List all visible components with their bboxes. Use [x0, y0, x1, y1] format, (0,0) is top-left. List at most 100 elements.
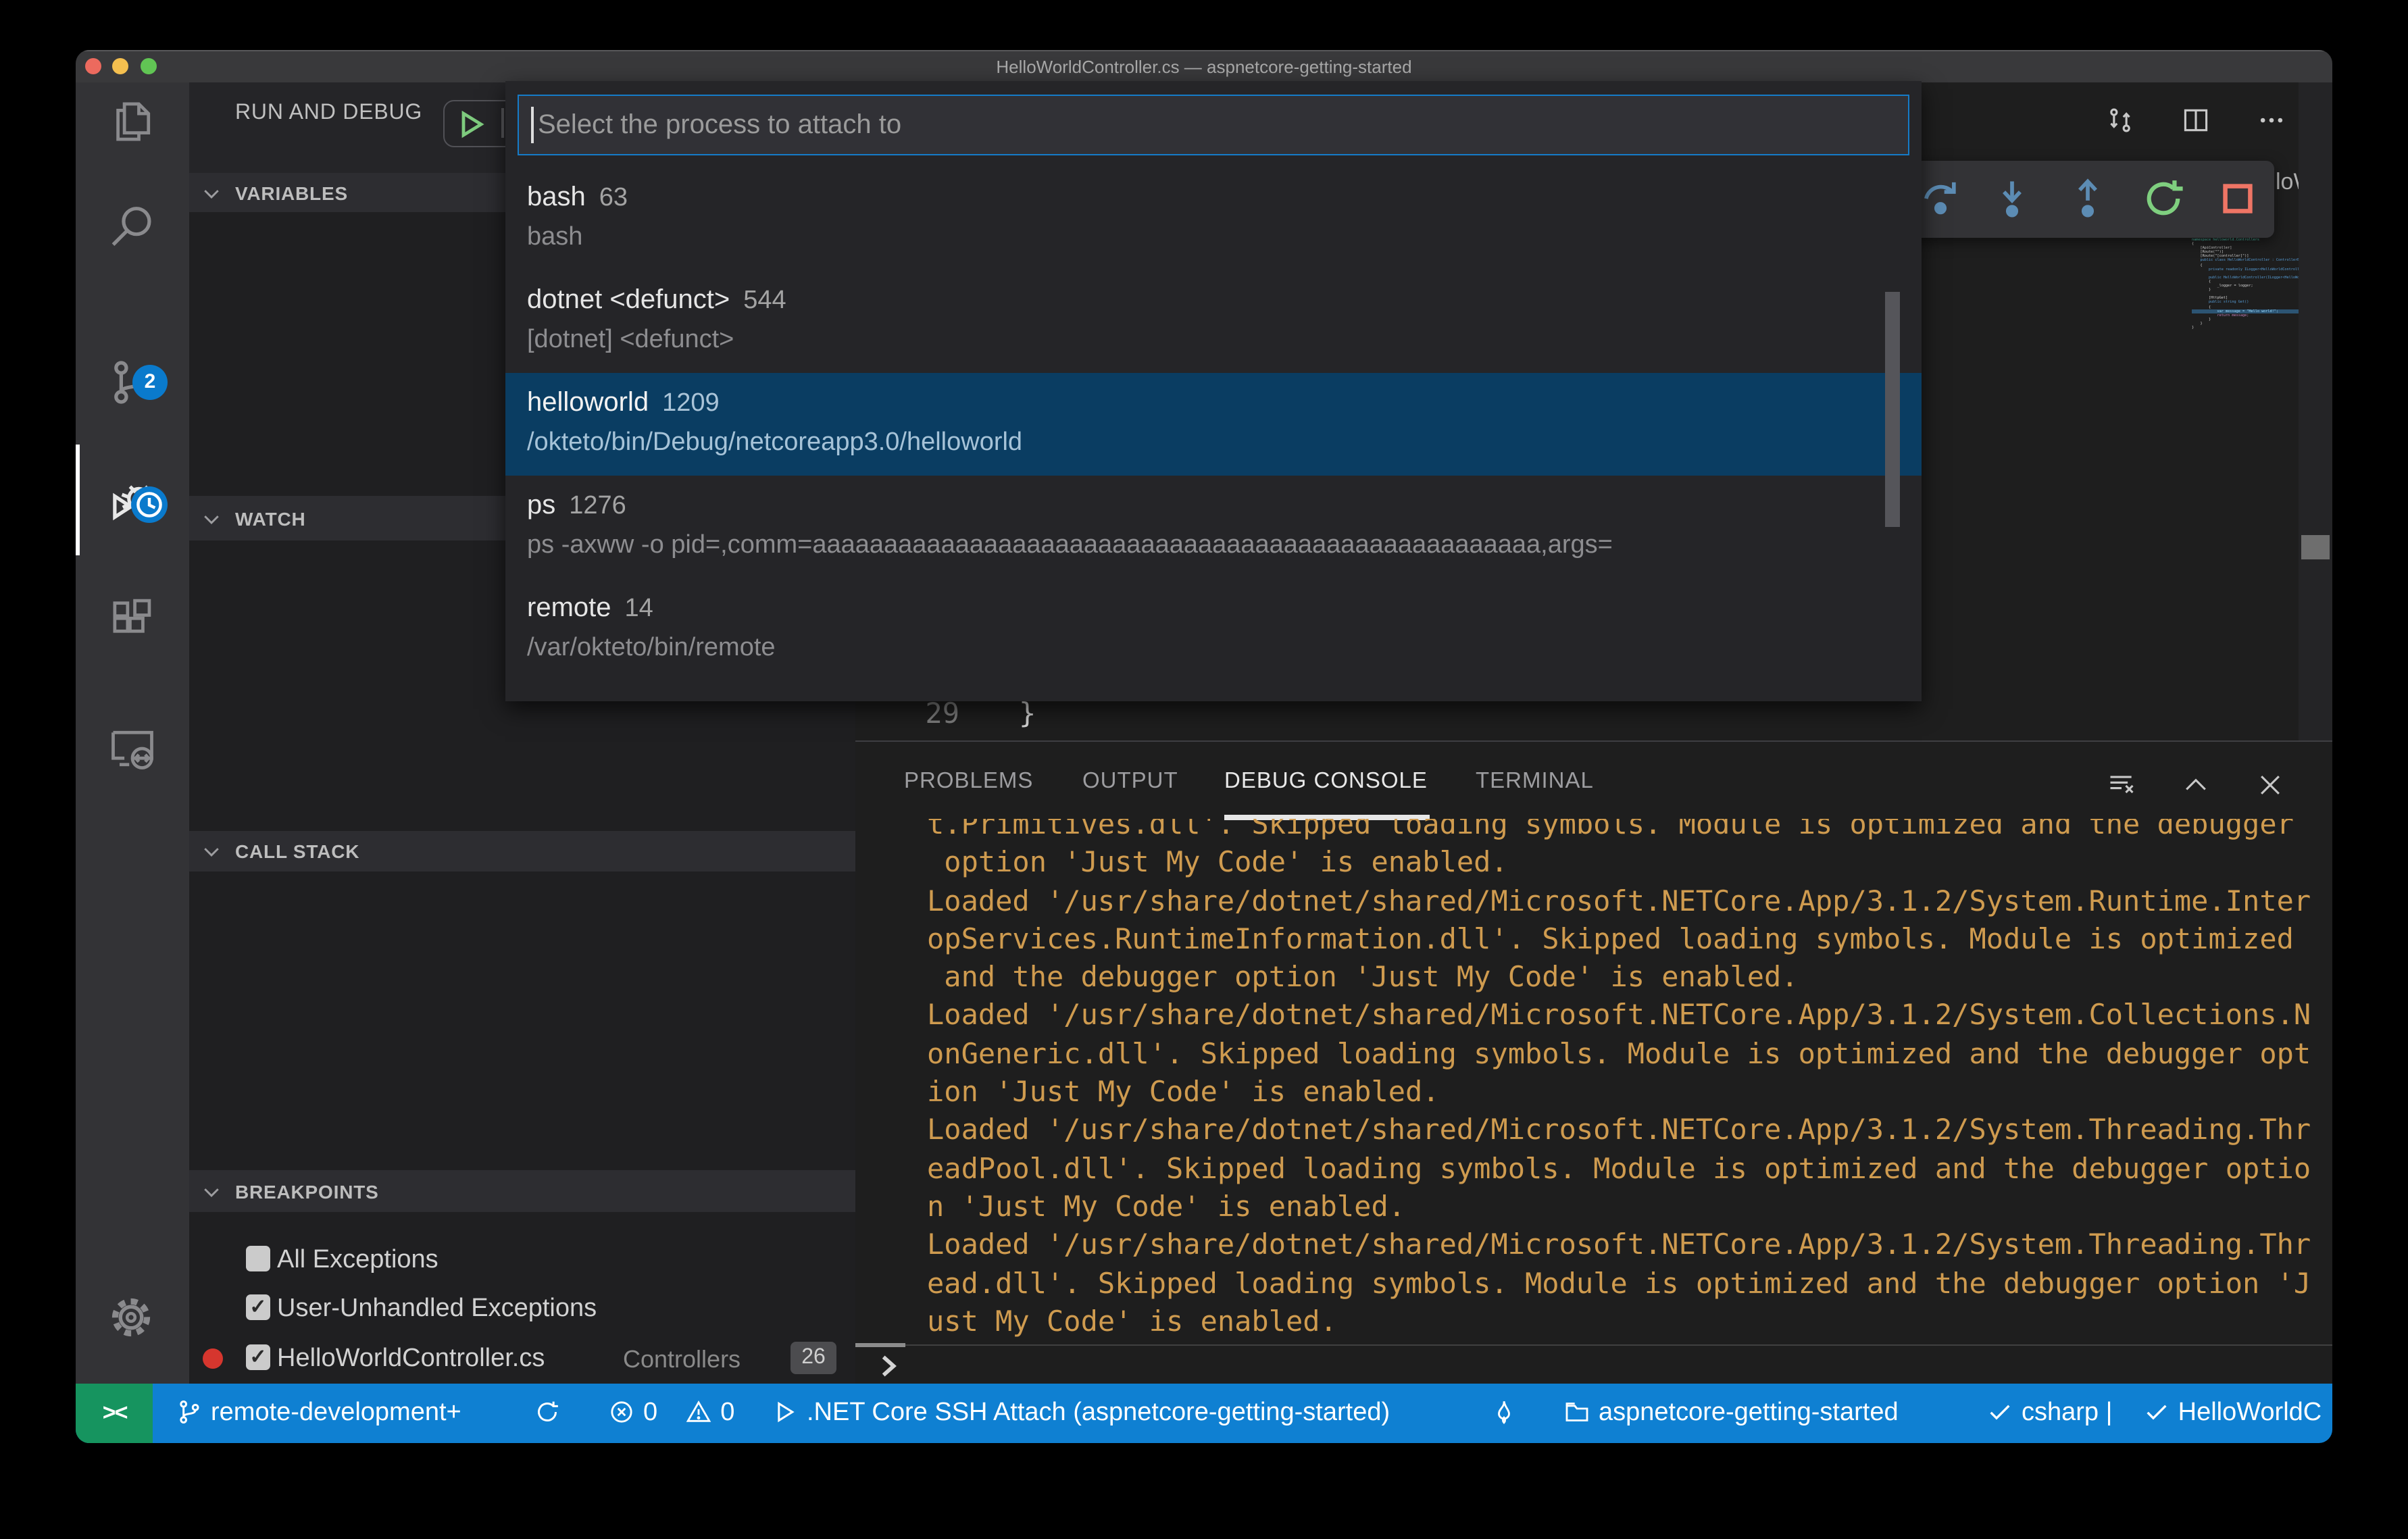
active-view-indicator [76, 445, 79, 555]
process-pid: 1209 [662, 389, 720, 418]
breakpoint-row-user-unhandled[interactable]: ✓ User-Unhandled Exceptions [189, 1284, 855, 1332]
checkbox-checked[interactable]: ✓ [246, 1344, 270, 1370]
remote-indicator[interactable]: >< [76, 1384, 153, 1443]
restart-icon[interactable] [2140, 176, 2186, 222]
okteto-status-item[interactable] [1490, 1384, 1526, 1443]
console-input-divider [855, 1344, 2332, 1346]
chevron-down-icon [204, 515, 219, 524]
stop-icon[interactable] [2215, 176, 2261, 222]
debug-status-label: .NET Core SSH Attach (aspnetcore-getting… [807, 1398, 1390, 1427]
open-changes-icon[interactable] [2105, 105, 2135, 135]
editor-scrollbar-track[interactable] [2299, 82, 2332, 740]
error-icon [611, 1401, 632, 1423]
language-label: csharp | [2022, 1398, 2113, 1427]
checkbox-unchecked[interactable] [246, 1246, 270, 1271]
process-item-bash[interactable]: bash 63 bash [505, 168, 1922, 270]
warning-icon [686, 1400, 711, 1422]
screenshot-root: HelloWorldController.cs — aspnetcore-get… [0, 0, 2408, 1539]
breakpoint-row-helloworldcontroller[interactable]: ✓ HelloWorldController.cs Controllers 26 [189, 1334, 855, 1382]
remote-explorer-icon[interactable] [107, 723, 158, 774]
process-command: ps -axww -o pid=,comm=aaaaaaaaaaaaaaaaaa… [527, 531, 1613, 559]
process-list: bash 63 bash dotnet <defunct> 544 [dotnet]… [505, 168, 1922, 681]
line-code: } [1019, 697, 1036, 730]
folder-icon [1565, 1403, 1588, 1421]
tab-problems[interactable]: PROBLEMS [904, 769, 1033, 794]
process-item-helloworld-selected[interactable]: helloworld 1209 /okteto/bin/Debug/netcore… [505, 373, 1922, 476]
console-input-chevron-icon[interactable] [876, 1353, 903, 1382]
editor-scrollbar-thumb[interactable] [2301, 535, 2330, 559]
play-outline-icon [778, 1401, 795, 1423]
tab-terminal[interactable]: TERMINAL [1476, 769, 1594, 794]
section-label: CALL STACK [235, 840, 360, 862]
step-over-icon[interactable] [1917, 176, 1963, 222]
problems-status-item[interactable]: 0 0 [608, 1384, 734, 1443]
minimap[interactable]: namespace helloworld.Controllers { [ApiC… [2192, 238, 2301, 330]
sync-status-item[interactable] [534, 1384, 569, 1443]
breakpoint-label: HelloWorldController.cs [277, 1344, 545, 1373]
check-icon [1990, 1405, 2010, 1420]
folder-label: aspnetcore-getting-started [1599, 1398, 1899, 1427]
search-icon[interactable] [107, 201, 158, 253]
section-label: VARIABLES [235, 182, 348, 203]
process-command: bash [527, 223, 583, 251]
checkbox-checked[interactable]: ✓ [246, 1294, 270, 1320]
clear-console-icon[interactable] [2107, 770, 2136, 800]
explorer-icon[interactable] [107, 96, 158, 147]
branch-icon [180, 1401, 199, 1424]
quick-pick: Select the process to attach to bash 63 b… [505, 81, 1922, 701]
process-pid: 63 [599, 184, 628, 212]
debug-status-item[interactable]: .NET Core SSH Attach (aspnetcore-getting… [772, 1384, 1390, 1443]
tab-debug-console[interactable]: DEBUG CONSOLE [1224, 769, 1428, 794]
step-into-icon[interactable] [1989, 176, 2035, 222]
breakpoint-row-all-exceptions[interactable]: All Exceptions [189, 1235, 855, 1284]
breakpoint-line-badge: 26 [791, 1342, 836, 1374]
file-label: HelloWorldC [2178, 1398, 2322, 1427]
breakpoints-body: All Exceptions ✓ User-Unhandled Exceptio… [189, 1212, 855, 1384]
text-cursor [531, 107, 533, 143]
chevron-down-icon [204, 1188, 219, 1196]
debug-console-output[interactable]: t.Primitives.dll'. Skipped loading symbo… [855, 819, 2332, 1344]
line-number: 29 [925, 697, 959, 730]
language-status-item[interactable]: csharp | HelloWorldC [1986, 1384, 2322, 1443]
settings-gear-icon[interactable] [107, 1293, 155, 1342]
process-command: /okteto/bin/Debug/netcoreapp3.0/hellowor… [527, 428, 1023, 457]
quick-pick-placeholder: Select the process to attach to [538, 109, 902, 139]
branch-status-item[interactable]: remote-development+ [176, 1384, 461, 1443]
breakpoint-label: All Exceptions [277, 1246, 438, 1274]
flame-icon [1498, 1401, 1510, 1424]
extensions-icon[interactable] [107, 596, 158, 647]
process-item-remote[interactable]: remote 14 /var/okteto/bin/remote [505, 578, 1922, 681]
section-label: BREAKPOINTS [235, 1180, 379, 1202]
tab-output[interactable]: OUTPUT [1082, 769, 1178, 794]
chevron-down-icon [204, 848, 219, 857]
bottom-panel: PROBLEMS OUTPUT DEBUG CONSOLE TERMINAL t… [855, 740, 2332, 1384]
call-stack-body [189, 872, 855, 1170]
breakpoint-dot-icon [203, 1348, 223, 1369]
console-hscrollbar-thumb[interactable] [855, 1342, 905, 1346]
window-title: HelloWorldController.cs — aspnetcore-get… [996, 57, 1412, 77]
more-actions-icon[interactable] [2257, 105, 2286, 135]
section-header-breakpoints[interactable]: BREAKPOINTS [189, 1170, 855, 1212]
start-debug-icon [461, 110, 484, 138]
process-name: remote [527, 593, 611, 623]
quick-pick-scrollbar-thumb[interactable] [1885, 292, 1900, 527]
process-item-ps[interactable]: ps 1276 ps -axww -o pid=,comm=aaaaaaaaaaa… [505, 476, 1922, 578]
source-control-badge: 2 [132, 365, 168, 400]
maximize-panel-icon[interactable] [2181, 770, 2211, 800]
step-out-icon[interactable] [2065, 176, 2111, 222]
folder-status-item[interactable]: aspnetcore-getting-started [1563, 1384, 1899, 1443]
split-editor-icon[interactable] [2181, 105, 2211, 135]
process-name: dotnet <defunct> [527, 285, 730, 315]
close-panel-icon[interactable] [2255, 770, 2285, 800]
process-pid: 544 [743, 286, 786, 315]
error-count: 0 [643, 1398, 658, 1427]
debug-clock-badge [131, 486, 168, 523]
section-label: WATCH [235, 507, 306, 529]
process-command: /var/okteto/bin/remote [527, 634, 776, 662]
process-pid: 1276 [569, 492, 626, 520]
launch-separator [501, 108, 503, 138]
process-item-dotnet[interactable]: dotnet <defunct> 544 [dotnet] <defunct> [505, 270, 1922, 373]
breakpoint-label: User-Unhandled Exceptions [277, 1294, 597, 1323]
section-header-call-stack[interactable]: CALL STACK [189, 831, 855, 872]
quick-pick-input[interactable]: Select the process to attach to [518, 95, 1909, 155]
